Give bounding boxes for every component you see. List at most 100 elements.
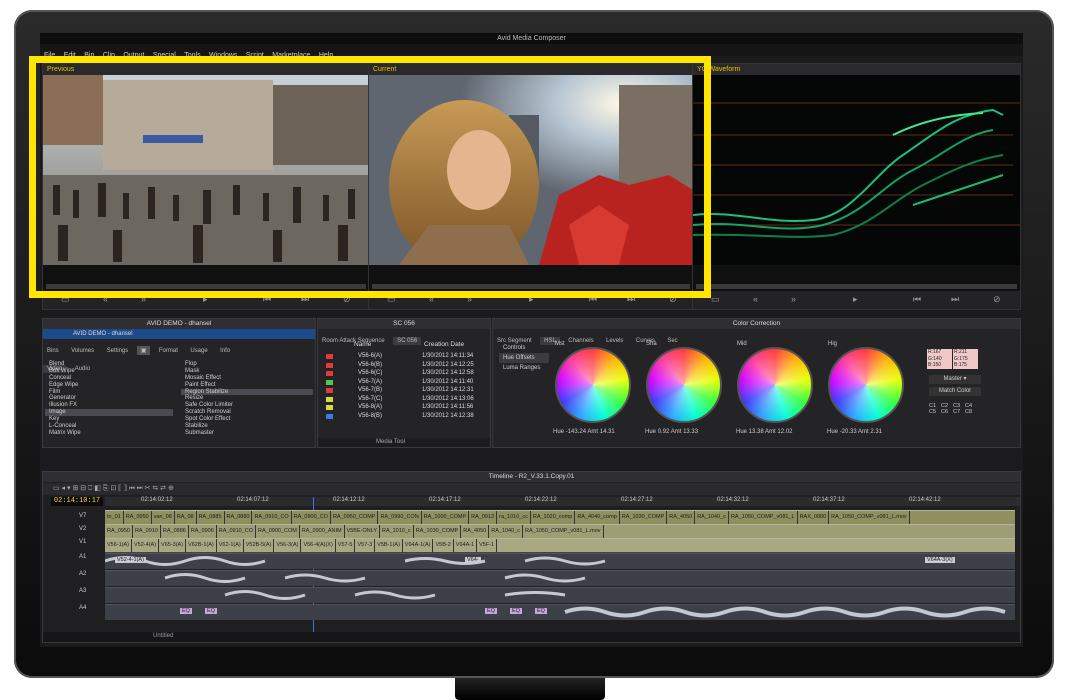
table-row[interactable]: V56-8(A) 1/30/2012 14:11:56 [318, 403, 490, 412]
master-dropdown[interactable]: Master ▾ [929, 375, 981, 384]
timeline-clip[interactable]: RA_0886 [161, 525, 189, 538]
timeline-clip[interactable]: RA_1030_COMP [620, 511, 668, 524]
track-label-a4[interactable]: A4 [47, 600, 99, 617]
track-label-a3[interactable]: A3 [47, 583, 99, 600]
tab-usage[interactable]: Usage [186, 347, 211, 355]
tab-format[interactable]: Format [155, 347, 182, 355]
waveform-rewind-icon[interactable]: « [753, 294, 758, 304]
timeline-clip[interactable]: RA_0900_COM [256, 525, 300, 538]
waveform-mode-icon[interactable]: ▭ [711, 294, 720, 305]
list-item[interactable]: Edge Wipe [45, 382, 173, 389]
timeline-clip[interactable]: RAX_0880 [798, 511, 830, 524]
timeline-clip[interactable]: RA_0910_CO [217, 525, 256, 538]
track-a2[interactable] [105, 570, 1015, 586]
column-header-creation-date[interactable]: Creation Date [424, 341, 464, 348]
timeline-clip[interactable]: RA_1040_c [489, 525, 523, 538]
match-color-button[interactable]: Match Color [929, 387, 981, 396]
tab-effects-icon[interactable]: ▣ [136, 346, 151, 355]
table-row[interactable]: V56-7(C) 1/30/2012 14:13:06 [318, 395, 490, 404]
list-item[interactable]: Flop [181, 361, 313, 368]
timeline-clip[interactable]: RA_1000_COMP [422, 511, 470, 524]
timeline-clip[interactable]: RA_0910_CO [252, 511, 292, 524]
tab-channels[interactable]: Channels [564, 337, 597, 345]
timeline-clip[interactable]: RA_0990_CON [378, 511, 422, 524]
timeline-clip[interactable]: V57-5 [336, 539, 356, 552]
timeline-timecode[interactable]: 02:14:10:17 [51, 497, 103, 506]
timeline-clip[interactable]: V56-1(A) [105, 539, 133, 552]
list-item[interactable]: Image [45, 409, 173, 417]
timeline-clip[interactable]: van_08 [152, 511, 175, 524]
list-item[interactable]: Safe Color Limiter [181, 402, 313, 409]
list-item[interactable]: Film [45, 389, 173, 396]
timeline-clip[interactable]: RA_0906 [189, 525, 217, 538]
list-item[interactable]: Generator [45, 395, 173, 402]
tab-volumes[interactable]: Volumes [67, 347, 98, 355]
timeline-clip[interactable]: RA_1010_c [380, 525, 414, 538]
timeline-clip[interactable]: V62-1(A) [217, 539, 244, 552]
track-label-a2[interactable]: A2 [47, 566, 99, 583]
list-item[interactable]: Mosaic Effect [181, 375, 313, 382]
timeline-clip[interactable]: RA_4040_comp [575, 511, 620, 524]
tab-bins[interactable]: Bins [43, 347, 63, 355]
eq-effect-label[interactable]: EQ [510, 608, 522, 614]
table-row[interactable]: V56-7(B) 1/30/2012 14:12:31 [318, 386, 490, 395]
c8-button[interactable]: C8 [965, 409, 977, 415]
timeline-clip[interactable]: to_01 [105, 511, 124, 524]
waveform-scrub-bar[interactable] [696, 284, 1017, 289]
side-tab-controls[interactable]: Controls [499, 343, 549, 353]
track-label-v1[interactable]: V1 [47, 536, 99, 549]
track-a3[interactable] [105, 587, 1015, 603]
c7-button[interactable]: C7 [953, 409, 965, 415]
list-item[interactable]: Box Wipe [45, 368, 173, 375]
timeline-clip[interactable]: RA_4050 [461, 525, 490, 538]
timeline-clip[interactable]: ra_1010_cc [497, 511, 531, 524]
timeline-clip[interactable]: V5B-1(A) [375, 539, 403, 552]
timeline-clip[interactable]: RA_0885 [197, 511, 225, 524]
timeline-clip[interactable]: RA_1040_c [695, 511, 729, 524]
timeline-clip[interactable]: V56-3(A) [274, 539, 302, 552]
list-item[interactable]: Matrix Wipe [45, 430, 173, 437]
timeline-clip[interactable]: V65-3(A) [159, 539, 187, 552]
waveform-forward-icon[interactable]: » [791, 294, 796, 304]
track-v7[interactable]: to_01 RA_0950 van_08 RA_08 RA_0885 RA_0880 RA_… [105, 510, 1015, 525]
timeline-clip[interactable]: RA_1020_comp [531, 511, 576, 524]
eq-effect-label[interactable]: EQ [485, 608, 497, 614]
table-row[interactable]: V56-8(B) 1/30/2012 14:12:38 [318, 412, 490, 421]
list-item[interactable]: Blend [45, 361, 173, 368]
list-item[interactable]: Submaster [181, 430, 313, 437]
side-tab-hue-offsets[interactable]: Hue Offsets [499, 353, 549, 363]
table-row[interactable]: V56-7(A) 1/30/2012 14:11:40 [318, 378, 490, 387]
timeline-clip[interactable]: RA_0950 [105, 525, 133, 538]
table-row[interactable]: V56-6(B) 1/30/2012 14:12:25 [318, 361, 490, 370]
side-tab-luma-ranges[interactable]: Luma Ranges [499, 363, 549, 373]
timeline-clip[interactable]: V5F-1 [477, 539, 498, 552]
timeline-clip[interactable]: V57-3 [355, 539, 376, 552]
timeline-clip[interactable]: V64A-1 [454, 539, 478, 552]
list-item[interactable]: Mask [181, 368, 313, 375]
timeline-clip[interactable]: RA_0950_COMP [331, 511, 379, 524]
list-item[interactable]: Stabilize [181, 423, 313, 430]
list-item[interactable]: Region Stabilize [181, 388, 313, 396]
waveform-step-forward-icon[interactable]: ⏭ [951, 294, 959, 305]
table-row[interactable]: V56-6(A) 1/30/2012 14:11:34 [318, 352, 490, 361]
timeline-clip[interactable]: RA_0910 [133, 525, 161, 538]
track-v2[interactable]: RA_0950 RA_0910 RA_0886 RA_0906 RA_0910_CO RA… [105, 524, 1015, 539]
eq-effect-label[interactable]: EQ [180, 608, 192, 614]
table-row[interactable]: V56-6(C) 1/30/2012 14:12:58 [318, 369, 490, 378]
timeline-clip[interactable]: RA_1050_COMP_v081_L.mov [523, 525, 604, 538]
timeline-clip[interactable]: RA_1050_COMP_v081_L.mov [829, 511, 910, 524]
list-item[interactable]: L-Conceal [45, 423, 173, 430]
timeline-toolbar-icons[interactable]: ▭ ◂ ▾ ⊞ ⊟ ⎕ ◧ ⎘ ⊡ ⟦ ⟧ ⏮ ⏭ ✂ ⇆ ⇄ ⊕ [53, 484, 174, 493]
tab-info[interactable]: Info [216, 347, 234, 355]
media-tool-label[interactable]: Media Tool [376, 439, 405, 445]
list-item[interactable]: Resize [181, 395, 313, 402]
master-color-wheel[interactable] [555, 347, 631, 423]
list-item[interactable]: Scratch Removal [181, 409, 313, 416]
midtones-color-wheel[interactable] [737, 347, 813, 423]
timeline-clip[interactable]: V52B-5(A) [244, 539, 275, 552]
waveform-play-icon[interactable]: ▸ [853, 294, 858, 305]
timeline-clip[interactable]: RA_08 [175, 511, 197, 524]
timeline-clip[interactable]: V52-4(A) [132, 539, 160, 552]
column-header-name[interactable]: Name [354, 341, 371, 348]
list-item[interactable]: Spot Color Effect [181, 416, 313, 423]
